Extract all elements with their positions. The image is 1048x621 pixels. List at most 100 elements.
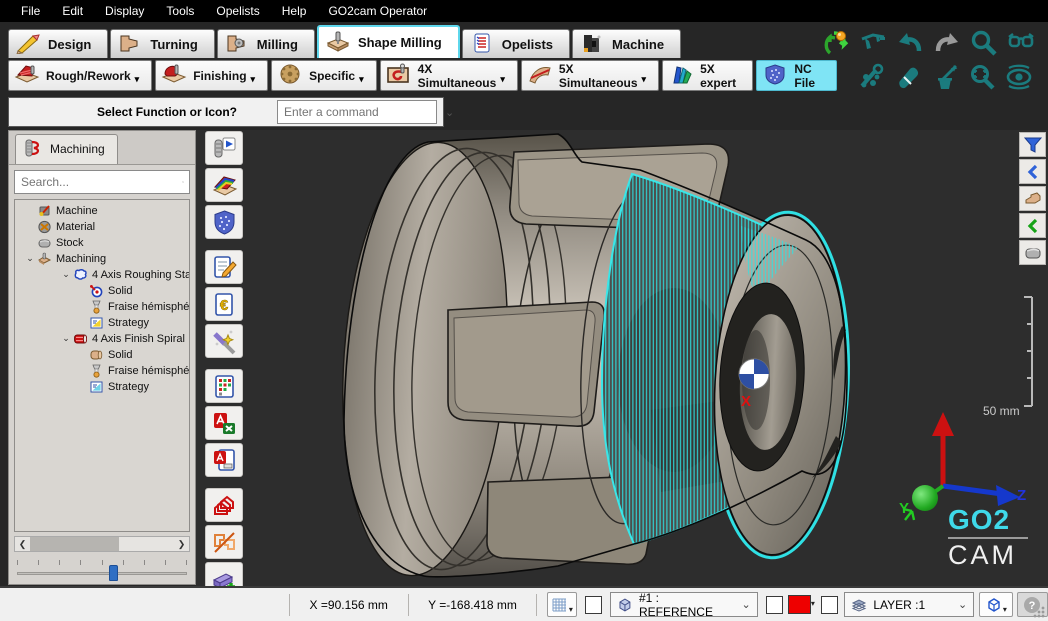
button-specific[interactable]: Specific ▾ <box>271 60 377 91</box>
shape-milling-icon <box>325 30 351 55</box>
tree-item-roughing[interactable]: ⌄ 4 Axis Roughing Stand <box>15 267 189 283</box>
cost-euro-button[interactable]: € <box>205 287 243 321</box>
part-thumbnail-button[interactable] <box>1019 186 1046 211</box>
tree-item-strategy-2[interactable]: Strategy <box>15 379 189 395</box>
slider-thumb[interactable] <box>109 565 118 581</box>
redo-icon[interactable] <box>932 28 962 58</box>
tree-zoom-slider[interactable] <box>17 558 187 584</box>
menu-opelists[interactable]: Opelists <box>205 4 270 18</box>
layer-dropdown[interactable]: LAYER :1 ⌄ <box>844 592 974 617</box>
layer-visibility-checkbox[interactable] <box>821 596 839 614</box>
stock-thumbnail-button[interactable] <box>1019 240 1046 265</box>
nc-shield-button[interactable] <box>205 205 243 239</box>
solid-reference-icon <box>89 284 104 298</box>
edit-document-button[interactable] <box>205 250 243 284</box>
magic-wand-button[interactable] <box>205 324 243 358</box>
home-multi-button[interactable] <box>205 488 243 522</box>
button-nc-file[interactable]: NC File <box>756 60 837 91</box>
button-5x-expert[interactable]: 5X expert <box>662 60 753 91</box>
tab-turning[interactable]: Turning <box>110 29 214 58</box>
search-box[interactable] <box>14 170 190 194</box>
magic-hat-icon[interactable] <box>930 62 960 92</box>
tab-machining-panel[interactable]: Machining <box>15 134 118 164</box>
scrollbar-track[interactable] <box>30 537 174 551</box>
previous-stock-button[interactable] <box>1019 213 1046 238</box>
slider-track[interactable] <box>17 572 187 575</box>
simultaneous-4x-icon <box>386 63 412 88</box>
view-cube-button[interactable]: ▾ <box>979 592 1012 617</box>
tree-item-material[interactable]: Material <box>15 219 189 235</box>
previous-part-button[interactable] <box>1019 159 1046 184</box>
tab-shape-milling[interactable]: Shape Milling <box>317 25 460 58</box>
tree-item-strategy-1[interactable]: Strategy <box>15 315 189 331</box>
button-5x-simultaneous[interactable]: 5X Simultaneous ▾ <box>521 60 659 91</box>
axis-z-label: Z <box>1017 487 1026 504</box>
chevron-expanded-icon[interactable]: ⌄ <box>59 269 73 280</box>
compare-shapes-button[interactable] <box>205 525 243 559</box>
scrollbar-thumb[interactable] <box>30 537 119 551</box>
tree-item-finish-spiral[interactable]: ⌄ 4 Axis Finish Spiral <box>15 331 189 347</box>
button-5x-simultaneous-label: 5X Simultaneous <box>559 62 638 90</box>
tab-milling[interactable]: Milling <box>217 29 315 58</box>
report-grid-button[interactable] <box>205 369 243 403</box>
pdf-document-button[interactable] <box>205 443 243 477</box>
tab-opelists[interactable]: Opelists <box>462 29 570 58</box>
menu-operator[interactable]: GO2cam Operator <box>317 4 438 18</box>
zoom-fit-icon[interactable] <box>967 62 997 92</box>
button-rough-rework[interactable]: Rough/Rework ▾ <box>8 60 152 91</box>
turning-part-icon <box>117 32 143 57</box>
menu-display[interactable]: Display <box>94 4 155 18</box>
graphics-viewport[interactable] <box>196 130 1048 586</box>
menu-help[interactable]: Help <box>271 4 318 18</box>
chevron-down-icon[interactable]: ⌄ <box>445 106 454 119</box>
undo-icon[interactable] <box>895 28 925 58</box>
resize-grip[interactable] <box>1033 606 1045 618</box>
tree-item-solid-2[interactable]: Solid <box>15 347 189 363</box>
scroll-left-icon[interactable]: ❮ <box>15 539 30 550</box>
tree-item-stock[interactable]: Stock <box>15 235 189 251</box>
reference-dropdown[interactable]: #1 : REFERENCE ⌄ <box>610 592 758 617</box>
reference-visibility-checkbox[interactable] <box>585 596 603 614</box>
tab-machine[interactable]: Machine <box>572 29 681 58</box>
button-4x-simultaneous[interactable]: 4X Simultaneous ▾ <box>380 60 518 91</box>
tree-item-tool-2[interactable]: Fraise hémisphériq <box>15 363 189 379</box>
ball-mill-tool-icon <box>89 300 104 314</box>
simulation-play-button[interactable] <box>205 131 243 165</box>
menu-file[interactable]: File <box>10 4 51 18</box>
rainbow-report-button[interactable] <box>205 168 243 202</box>
panel-tab-strip: Machining <box>9 131 195 165</box>
command-combo[interactable]: ⌄ <box>277 100 437 124</box>
tree-item-solid-1[interactable]: Solid <box>15 283 189 299</box>
filter-button[interactable] <box>1019 132 1046 157</box>
tree-item-tool-1[interactable]: Fraise hémisphériq <box>15 299 189 315</box>
eye-refresh-icon[interactable] <box>1004 62 1034 92</box>
search-input[interactable] <box>15 175 182 189</box>
eraser-icon[interactable] <box>893 62 923 92</box>
tree-label: Machine <box>56 205 98 217</box>
button-finishing[interactable]: Finishing ▾ <box>155 60 268 91</box>
current-color-swatch[interactable] <box>788 595 811 614</box>
sync-colors-icon[interactable] <box>821 28 851 58</box>
tree-item-machine[interactable]: Machine <box>15 203 189 219</box>
grid-icon <box>551 597 569 613</box>
menu-edit[interactable]: Edit <box>51 4 94 18</box>
tab-design[interactable]: Design <box>8 29 108 58</box>
glasses-view-icon[interactable] <box>1006 28 1036 58</box>
chevron-expanded-icon[interactable]: ⌄ <box>23 253 37 264</box>
scale-value-label: 50 mm <box>983 404 1020 418</box>
scroll-right-icon[interactable]: ❯ <box>174 539 189 550</box>
axis-y-label: Y <box>899 500 909 517</box>
color-apply-checkbox[interactable] <box>766 596 784 614</box>
command-input[interactable] <box>278 102 445 122</box>
layers-icon <box>851 598 867 612</box>
customize-tools-icon[interactable] <box>856 62 886 92</box>
dropdown-arrow-icon[interactable]: ▾ <box>811 599 815 608</box>
chevron-expanded-icon[interactable]: ⌄ <box>59 333 73 344</box>
grid-toggle-button[interactable]: ▾ <box>547 592 577 617</box>
caliper-measure-icon[interactable] <box>858 28 888 58</box>
tree-item-machining[interactable]: ⌄ Machining <box>15 251 189 267</box>
tree-horizontal-scrollbar[interactable]: ❮ ❯ <box>14 536 190 552</box>
menu-tools[interactable]: Tools <box>155 4 205 18</box>
pdf-excel-export-button[interactable] <box>205 406 243 440</box>
zoom-search-icon[interactable] <box>969 28 999 58</box>
